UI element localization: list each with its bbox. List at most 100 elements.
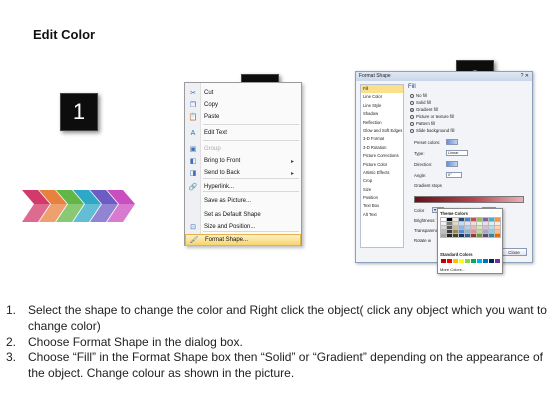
context-menu-item[interactable]: 📋 Paste xyxy=(185,111,301,123)
colored-shapes[interactable] xyxy=(18,182,144,232)
more-colors-link[interactable]: More Colors... xyxy=(440,267,465,272)
color-swatch[interactable] xyxy=(464,225,471,230)
category-item[interactable]: Glow and Soft Edges xyxy=(361,127,403,135)
color-swatch[interactable] xyxy=(488,217,495,222)
fill-option-radio[interactable]: Pattern fill xyxy=(410,121,435,126)
category-item[interactable]: Crop xyxy=(361,177,403,185)
color-swatch[interactable] xyxy=(489,259,494,263)
dialog-window-controls[interactable]: ? ✕ xyxy=(521,73,529,79)
category-item[interactable]: Fill xyxy=(361,85,403,94)
context-menu-item[interactable]: A Edit Text xyxy=(185,127,301,139)
color-swatch[interactable] xyxy=(464,233,471,238)
color-swatch[interactable] xyxy=(471,259,476,263)
category-item[interactable]: Reflection xyxy=(361,119,403,127)
color-swatch[interactable] xyxy=(440,221,447,226)
color-swatch[interactable] xyxy=(440,217,447,222)
color-swatch[interactable] xyxy=(483,259,488,263)
context-menu-item[interactable]: Set as Default Shape xyxy=(185,209,301,221)
color-swatch[interactable] xyxy=(465,259,470,263)
color-swatch[interactable] xyxy=(458,233,465,238)
fill-option-radio[interactable]: Solid fill xyxy=(410,100,431,105)
color-swatch[interactable] xyxy=(470,221,477,226)
color-swatch[interactable] xyxy=(470,233,477,238)
color-swatch[interactable] xyxy=(452,225,459,230)
category-item[interactable]: Picture Corrections xyxy=(361,152,403,160)
color-swatch[interactable] xyxy=(470,229,477,234)
color-swatch[interactable] xyxy=(464,217,471,222)
color-swatch[interactable] xyxy=(477,259,482,263)
color-swatch[interactable] xyxy=(452,229,459,234)
color-swatch[interactable] xyxy=(453,259,458,263)
category-item[interactable]: Line Style xyxy=(361,102,403,110)
color-swatch[interactable] xyxy=(494,233,501,238)
color-swatch[interactable] xyxy=(482,217,489,222)
color-swatch[interactable] xyxy=(476,229,483,234)
context-menu-item[interactable]: ◧ Bring to Front ▸ xyxy=(185,155,301,167)
color-swatch[interactable] xyxy=(476,233,483,238)
color-swatch[interactable] xyxy=(440,225,447,230)
context-menu-item[interactable]: ❐ Copy xyxy=(185,99,301,111)
color-swatch[interactable] xyxy=(458,229,465,234)
category-item[interactable]: Line Color xyxy=(361,93,403,101)
color-swatch[interactable] xyxy=(476,225,483,230)
category-item[interactable]: Text Box xyxy=(361,202,403,210)
category-item[interactable]: 3-D Format xyxy=(361,135,403,143)
color-swatch[interactable] xyxy=(482,225,489,230)
color-swatch[interactable] xyxy=(446,229,453,234)
color-swatch[interactable] xyxy=(464,221,471,226)
context-menu-item[interactable]: 🖌 Format Shape... xyxy=(185,234,301,246)
color-swatch[interactable] xyxy=(452,233,459,238)
category-item[interactable]: Artistic Effects xyxy=(361,169,403,177)
color-swatch[interactable] xyxy=(452,221,459,226)
color-swatch[interactable] xyxy=(458,225,465,230)
color-swatch[interactable] xyxy=(452,217,459,222)
color-swatch[interactable] xyxy=(446,217,453,222)
color-swatch[interactable] xyxy=(441,259,446,263)
context-menu-item[interactable]: ▣ Group xyxy=(185,143,301,155)
color-swatch[interactable] xyxy=(488,221,495,226)
type-dropdown[interactable]: Linear xyxy=(446,150,468,156)
direction-dropdown[interactable] xyxy=(446,161,458,167)
color-swatch[interactable] xyxy=(459,259,464,263)
color-swatch[interactable] xyxy=(440,229,447,234)
angle-input[interactable]: 0° xyxy=(446,172,462,178)
fill-option-radio[interactable]: No fill xyxy=(410,93,427,98)
color-swatch[interactable] xyxy=(482,229,489,234)
category-item[interactable]: Position xyxy=(361,194,403,202)
category-item[interactable]: Shadow xyxy=(361,110,403,118)
color-swatch[interactable] xyxy=(470,225,477,230)
color-swatch[interactable] xyxy=(488,229,495,234)
close-button[interactable]: Close xyxy=(501,248,527,256)
category-item[interactable]: 3-D Rotation xyxy=(361,144,403,152)
context-menu-item[interactable]: ✂ Cut xyxy=(185,87,301,99)
color-swatch[interactable] xyxy=(458,221,465,226)
color-swatch[interactable] xyxy=(447,259,452,263)
color-swatch[interactable] xyxy=(494,225,501,230)
color-swatch[interactable] xyxy=(476,221,483,226)
color-swatch[interactable] xyxy=(494,229,501,234)
color-swatch[interactable] xyxy=(440,233,447,238)
color-swatch[interactable] xyxy=(458,217,465,222)
color-swatch[interactable] xyxy=(446,221,453,226)
color-swatch[interactable] xyxy=(494,217,501,222)
color-swatch[interactable] xyxy=(446,233,453,238)
fill-option-radio[interactable]: Slide background fill xyxy=(410,128,454,133)
color-swatch[interactable] xyxy=(482,221,489,226)
rotate-with-shape-checkbox[interactable]: Rotate w xyxy=(414,238,431,243)
color-swatch[interactable] xyxy=(494,221,501,226)
category-item[interactable]: Size xyxy=(361,186,403,194)
fill-option-radio[interactable]: Gradient fill xyxy=(410,107,438,112)
close-icon[interactable]: ✕ xyxy=(525,73,529,79)
color-swatch[interactable] xyxy=(446,225,453,230)
color-swatch[interactable] xyxy=(488,225,495,230)
color-swatch[interactable] xyxy=(488,233,495,238)
color-swatch[interactable] xyxy=(470,217,477,222)
gradient-stops-bar[interactable] xyxy=(414,196,524,203)
fill-option-radio[interactable]: Picture or texture fill xyxy=(410,114,454,119)
preset-colors-dropdown[interactable] xyxy=(446,139,458,145)
color-swatch[interactable] xyxy=(476,217,483,222)
color-swatch[interactable] xyxy=(464,229,471,234)
category-item[interactable]: Alt Text xyxy=(361,211,403,219)
context-menu-item[interactable]: Save as Picture... xyxy=(185,195,301,207)
color-swatch[interactable] xyxy=(495,259,500,263)
